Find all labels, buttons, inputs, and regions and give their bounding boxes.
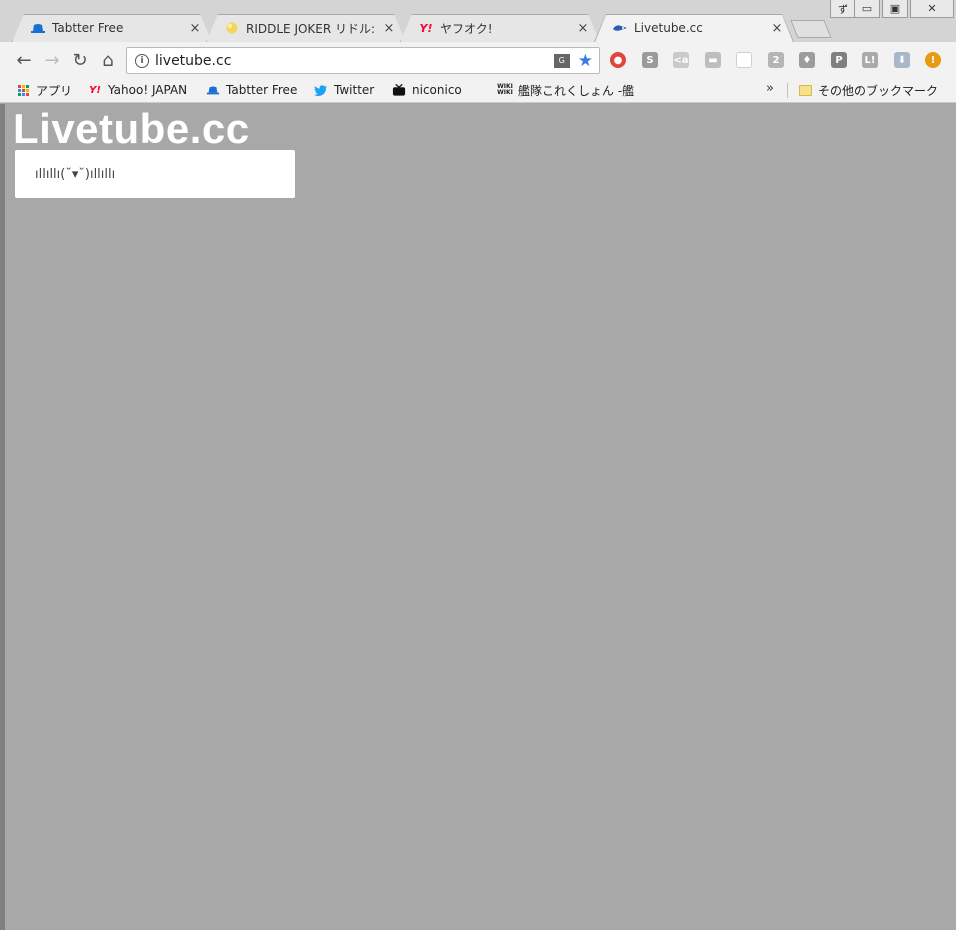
tab-close-button[interactable]: × xyxy=(188,21,202,36)
bookmark-yahoo-japan[interactable]: Y! Yahoo! JAPAN xyxy=(88,81,187,99)
tab-title: RIDDLE JOKER リドル: xyxy=(246,21,376,36)
bookmark-label: Twitter xyxy=(334,83,375,97)
bookmark-label: その他のブックマーク xyxy=(818,83,939,98)
hat-icon xyxy=(30,21,46,35)
tv-icon xyxy=(392,83,406,97)
download-extension-icon[interactable]: ⬇ xyxy=(894,52,910,68)
info-icon[interactable]: i xyxy=(135,53,149,68)
yahoo-icon: Y! xyxy=(89,84,101,96)
tab-close-button[interactable]: × xyxy=(576,21,590,36)
address-bar[interactable]: i livetube.cc G ★ xyxy=(126,47,600,74)
wiki-icon: WIKI WIKI xyxy=(497,83,513,96)
window-controls: ▭ ▣ ✕ xyxy=(854,0,954,18)
bookmark-label: 艦隊これくしょん -艦 xyxy=(518,83,635,98)
tab-riddle-joker[interactable]: RIDDLE JOKER リドル: × xyxy=(206,14,406,42)
location-extension-icon[interactable]: ♦ xyxy=(799,52,815,68)
bookmarks-overflow-button[interactable]: » xyxy=(766,81,774,96)
share-extension-icon[interactable]: <a xyxy=(673,52,689,68)
bookmark-label: niconico xyxy=(412,83,462,97)
bookmark-kancolle[interactable]: WIKI WIKI 艦隊これくしょん -艦 xyxy=(497,81,635,99)
translate-icon[interactable]: G xyxy=(553,53,570,68)
twitter-bird-icon xyxy=(314,83,328,97)
forward-button[interactable]: → xyxy=(40,48,64,72)
bookmark-twitter[interactable]: Twitter xyxy=(314,81,374,99)
star-icon xyxy=(224,21,240,35)
tab-title: Livetube.cc xyxy=(634,21,703,35)
profile-button[interactable]: ず xyxy=(830,0,856,18)
tab-livetube[interactable]: Livetube.cc × xyxy=(594,14,794,42)
bookmarks-divider xyxy=(787,83,788,98)
new-tab-button[interactable] xyxy=(790,20,832,38)
reload-button[interactable]: ↻ xyxy=(68,48,92,72)
bookmark-star-icon[interactable]: ★ xyxy=(578,51,593,71)
tab-close-button[interactable]: × xyxy=(770,21,784,36)
hat-extension-icon[interactable]: ▬ xyxy=(705,52,721,68)
home-button[interactable]: ⌂ xyxy=(96,48,120,72)
minimize-button[interactable]: ▭ xyxy=(854,0,880,18)
status-text: ıllıllı(˘▾˘)ıllıllı xyxy=(35,166,116,182)
url-text[interactable]: livetube.cc xyxy=(155,53,554,69)
livetube-icon xyxy=(612,21,628,35)
bookmark-label: Tabtter Free xyxy=(226,83,298,97)
bookmark-niconico[interactable]: niconico xyxy=(392,81,462,99)
hat-icon xyxy=(206,83,220,97)
other-bookmarks-folder[interactable]: その他のブックマーク xyxy=(798,81,938,99)
back-button[interactable]: ← xyxy=(12,48,36,72)
tab-close-button[interactable]: × xyxy=(382,21,396,36)
p-extension-icon[interactable]: P xyxy=(831,52,847,68)
status-card: ıllıllı(˘▾˘)ıllıllı xyxy=(15,150,295,198)
s-extension-icon[interactable]: S xyxy=(642,52,658,68)
apps-grid-icon xyxy=(16,83,30,97)
tab-title: Tabtter Free xyxy=(52,21,124,35)
blank-extension-icon[interactable] xyxy=(736,52,752,68)
maximize-button[interactable]: ▣ xyxy=(882,0,908,18)
close-window-button[interactable]: ✕ xyxy=(910,0,954,18)
tab-tabtter-free[interactable]: Tabtter Free × xyxy=(12,14,212,42)
tab-title: ヤフオク! xyxy=(440,21,493,36)
folder-icon xyxy=(798,83,812,97)
tab-strip: ず ▭ ▣ ✕ Tabtter Free × RIDDLE JOKER リドル:… xyxy=(0,0,956,42)
page-viewport xyxy=(0,104,956,930)
bookmark-label: アプリ xyxy=(36,83,73,98)
red-circle-extension-icon[interactable]: ● xyxy=(610,52,626,68)
bookmark-tabtter-free[interactable]: Tabtter Free xyxy=(206,81,297,99)
tab-yahoo-auctions[interactable]: Y! ヤフオク! × xyxy=(400,14,600,42)
bookmarks-bar: アプリ Y! Yahoo! JAPAN Tabtter Free Twitter… xyxy=(0,78,956,103)
l-extension-icon[interactable]: L! xyxy=(862,52,878,68)
bookmark-label: Yahoo! JAPAN xyxy=(108,83,188,97)
bookmark-apps[interactable]: アプリ xyxy=(16,81,72,99)
c-extension-icon[interactable]: 2 xyxy=(768,52,784,68)
browser-toolbar: ← → ↻ ⌂ i livetube.cc G ★ ● S <a ▬ 2 ♦ P L! ⬇! xyxy=(0,42,956,78)
site-logo[interactable]: Livetube.cc xyxy=(13,105,250,153)
yahoo-icon: Y! xyxy=(419,21,433,35)
warning-extension-icon[interactable]: ! xyxy=(925,52,941,68)
